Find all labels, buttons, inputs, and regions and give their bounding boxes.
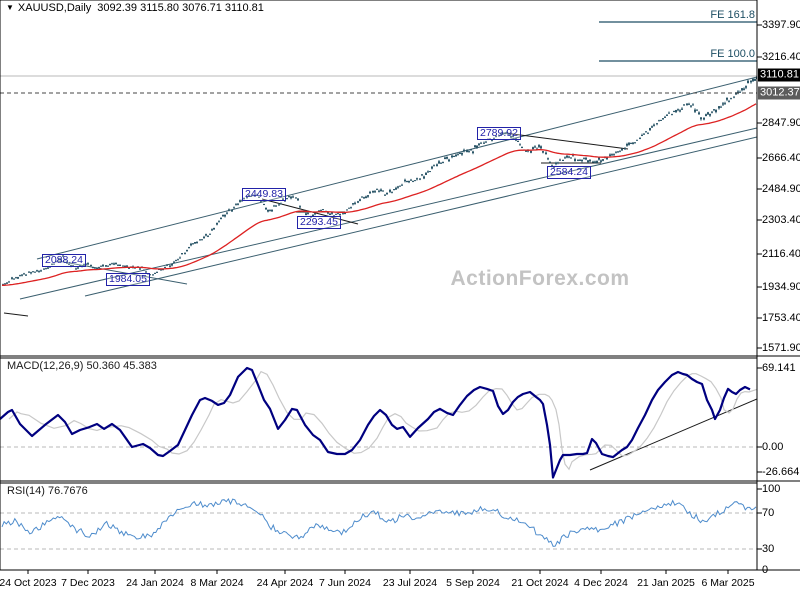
symbol-name: XAUUSD,Daily (17, 2, 92, 14)
date-axis-label: 24 Jan 2024 (126, 577, 184, 589)
rsi-indicator-label: RSI(14) 76.7676 (7, 485, 88, 497)
price-axis-label: 1934.90 (762, 281, 800, 293)
date-axis-label: 24 Apr 2024 (256, 577, 314, 589)
rsi-axis-label: 100 (762, 483, 781, 495)
chart-canvas (0, 0, 800, 574)
swing-price-label: 1984.05 (106, 273, 150, 286)
current-price-tag: 3012.37 (758, 86, 800, 100)
price-axis-label: 2847.90 (762, 117, 800, 129)
rsi-axis-label: 70 (762, 507, 775, 519)
current-price-tag: 3110.81 (758, 68, 800, 82)
date-axis-label: 7 Dec 2023 (61, 577, 115, 589)
price-axis-label: 1753.40 (762, 312, 800, 324)
fibonacci-level-label: FE 161.8 (710, 9, 755, 21)
macd-indicator-label: MACD(12,26,9) 50.360 45.383 (7, 360, 157, 372)
macd-axis-label: 69.141 (762, 362, 796, 374)
macd-axis-label: 0.00 (762, 441, 784, 453)
watermark: ActionForex.com (450, 267, 630, 290)
chart-window: ▼ XAUUSD,Daily 3092.39 3115.80 3076.71 311… (0, 0, 800, 600)
date-axis-label: 8 Mar 2024 (190, 577, 244, 589)
rsi-axis-label: 0 (762, 564, 769, 576)
price-axis-label: 2303.40 (762, 214, 800, 226)
fibonacci-level-label: FE 100.0 (710, 48, 755, 60)
swing-price-label: 2088.24 (42, 254, 86, 267)
price-axis-label: 3216.40 (762, 51, 800, 63)
price-axis-label: 2484.90 (762, 183, 800, 195)
swing-price-label: 2584.24 (547, 166, 591, 179)
price-axis-label: 1571.90 (762, 342, 800, 354)
price-axis-label: 2666.40 (762, 152, 800, 164)
dropdown-arrow-icon: ▼ (6, 3, 14, 12)
price-axis-label: 3397.90 (762, 19, 800, 31)
date-axis-label: 21 Oct 2024 (511, 577, 569, 589)
swing-price-label: 2789.92 (477, 127, 521, 140)
price-axis-label: 2116.40 (762, 248, 800, 260)
date-axis-label: 7 Jun 2024 (319, 577, 371, 589)
date-axis-label: 24 Oct 2023 (0, 577, 57, 589)
date-axis-label: 4 Dec 2024 (574, 577, 628, 589)
date-axis-label: 5 Sep 2024 (446, 577, 500, 589)
date-axis-label: 23 Jul 2024 (382, 577, 438, 589)
swing-price-label: 2293.45 (297, 216, 341, 229)
rsi-axis-label: 30 (762, 543, 775, 555)
symbol-selector[interactable]: ▼ XAUUSD,Daily 3092.39 3115.80 3076.71 311… (6, 2, 264, 14)
date-axis-label: 6 Mar 2025 (701, 577, 755, 589)
date-axis-label: 21 Jan 2025 (637, 577, 695, 589)
macd-axis-label: -26.664 (762, 466, 800, 478)
swing-price-label: 2449.83 (242, 188, 286, 201)
symbol-ohlc: 3092.39 3115.80 3076.71 3110.81 (97, 2, 264, 14)
